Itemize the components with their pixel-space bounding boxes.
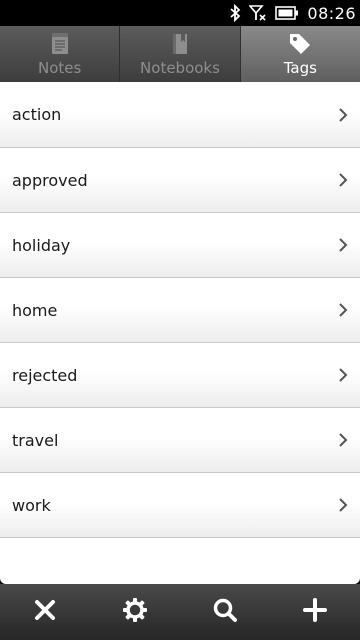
status-time: 08:26 [307,3,356,23]
close-icon [33,598,57,626]
chevron-right-icon [338,302,348,318]
list-item[interactable]: approved [0,148,360,213]
tag-label: travel [12,430,59,450]
tab-tags-label: Tags [283,59,317,77]
chevron-right-icon [338,432,348,448]
battery-icon [275,5,299,21]
bottom-toolbar [0,584,360,640]
add-icon [303,598,327,626]
tab-notes[interactable]: Notes [0,26,121,82]
tab-notebooks[interactable]: Notebooks [120,26,241,82]
settings-button[interactable] [107,584,163,640]
tab-notes-label: Notes [38,59,82,77]
tag-icon [287,31,313,57]
list-item[interactable]: travel [0,408,360,473]
list-item[interactable]: action [0,82,360,148]
chevron-right-icon [338,172,348,188]
settings-icon [122,597,148,627]
search-icon [212,597,238,627]
add-button[interactable] [287,584,343,640]
list-item[interactable]: work [0,473,360,538]
tab-notebooks-label: Notebooks [140,59,220,77]
tab-tags[interactable]: Tags [240,26,360,82]
chevron-right-icon [338,497,348,513]
close-button[interactable] [17,584,73,640]
list-item[interactable]: rejected [0,343,360,408]
tag-label: rejected [12,365,78,385]
tag-label: work [12,495,51,515]
chevron-right-icon [338,237,348,253]
tag-label: action [12,105,62,124]
tag-label: holiday [12,235,71,255]
search-button[interactable] [197,584,253,640]
chevron-right-icon [338,107,348,123]
bluetooth-icon [229,4,241,22]
chevron-right-icon [338,367,348,383]
tag-label: home [12,300,58,320]
list-item[interactable]: home [0,278,360,343]
list-item[interactable]: holiday [0,213,360,278]
signal-off-icon [249,4,267,22]
tab-bar: Notes Notebooks Tags [0,26,360,82]
notebook-icon [170,31,190,57]
tag-label: approved [12,170,88,190]
notes-icon [50,31,70,57]
tags-list: action approved holiday home rejected tr… [0,82,360,584]
status-bar: 08:26 [0,0,360,26]
